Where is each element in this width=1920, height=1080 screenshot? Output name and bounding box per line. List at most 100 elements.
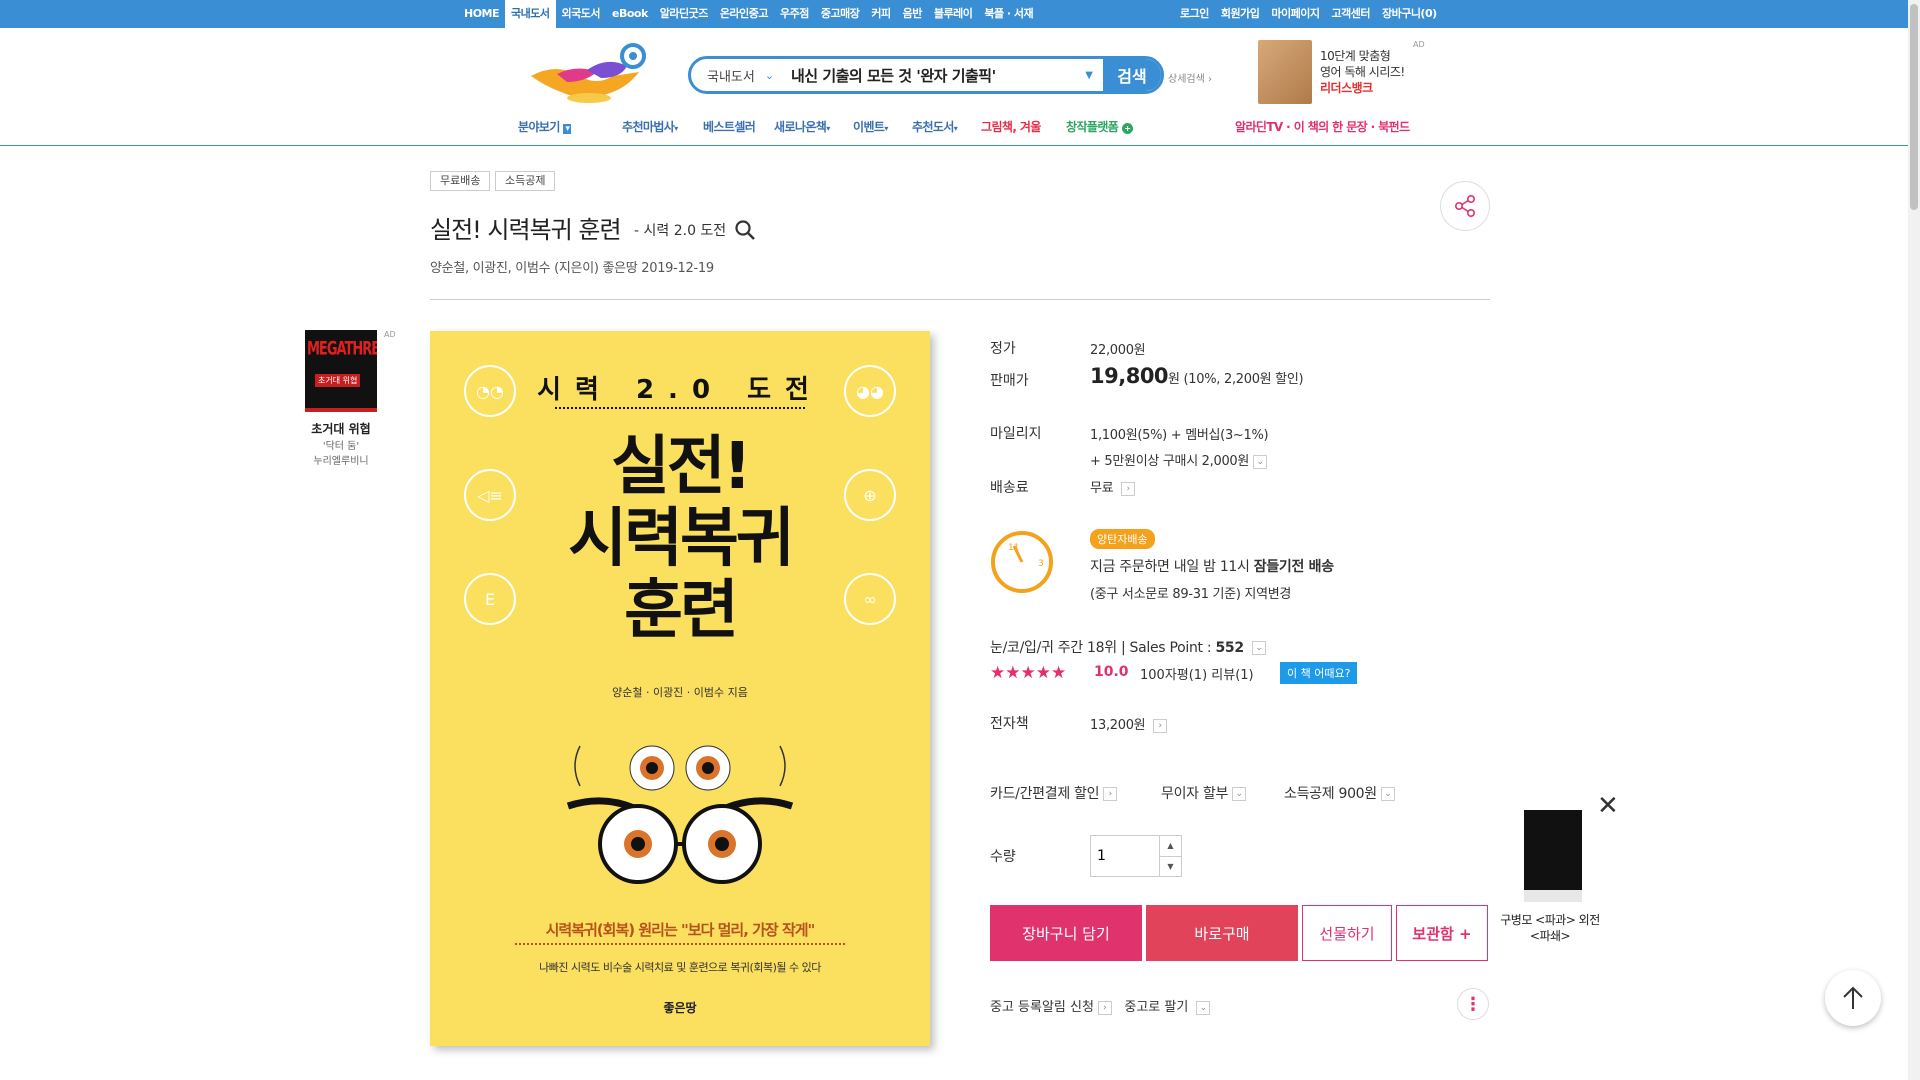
- ad-line1: 10단계 맞춤형: [1320, 49, 1391, 63]
- installment-option[interactable]: 무이자 할부 ⌄: [1161, 783, 1247, 803]
- clock-label-11: 11: [1008, 543, 1019, 553]
- search-icon[interactable]: [734, 219, 756, 241]
- top-nav-mypage[interactable]: 마이페이지: [1265, 0, 1325, 28]
- advanced-search-link[interactable]: 상세검색 ›: [1168, 70, 1212, 85]
- menu-item-label: 새로나온책: [774, 120, 827, 134]
- rating-stars: ★★★★★: [990, 663, 1067, 683]
- shipping-value: 무료 ›: [1090, 477, 1136, 496]
- chevron-down-icon[interactable]: ⌄: [1251, 641, 1266, 655]
- top-nav-music[interactable]: 음반: [897, 0, 928, 28]
- aladin-logo[interactable]: [527, 42, 655, 106]
- top-nav-used-online[interactable]: 온라인중고: [714, 0, 774, 28]
- chevron-down-icon[interactable]: ⌄: [1196, 1000, 1211, 1015]
- top-nav-customer-center[interactable]: 고객센터: [1325, 0, 1375, 28]
- how-is-this-book-button[interactable]: 이 책 어때요?: [1280, 662, 1358, 684]
- dropdown-icon: ▾: [826, 124, 830, 133]
- top-nav-used-store[interactable]: 중고매장: [815, 0, 865, 28]
- top-nav-coffee[interactable]: 커피: [865, 0, 896, 28]
- quantity-label: 수량: [990, 849, 1016, 865]
- menu-aladin-tv[interactable]: 알라딘TV · 이 책의 한 문장 · 북펀드: [1235, 118, 1410, 135]
- ad-brand: 리더스뱅크: [1320, 81, 1373, 95]
- search-category-select[interactable]: 국내도서 ⌄: [691, 66, 791, 85]
- tax-deduction-badge: 소득공제: [495, 171, 556, 191]
- menu-new-books[interactable]: 새로나온책▾: [774, 118, 830, 135]
- top-nav-goods[interactable]: 알라딘굿즈: [654, 0, 714, 28]
- free-shipping-badge: 무료배송: [430, 171, 491, 191]
- chevron-up-icon[interactable]: ▲: [1160, 836, 1181, 857]
- menu-category[interactable]: 분야보기 ▾: [518, 118, 572, 135]
- tax-deduction-option[interactable]: 소득공제 900원 ⌄: [1284, 783, 1395, 803]
- top-nav-foreign-books[interactable]: 외국도서: [556, 0, 606, 28]
- top-nav-domestic-books[interactable]: 국내도서: [505, 0, 556, 28]
- top-nav-bookple[interactable]: 북플 · 서재: [978, 0, 1039, 28]
- more-options-icon[interactable]: ⋮: [1457, 988, 1489, 1020]
- menu-creator-platform[interactable]: 창작플랫폼 +: [1066, 118, 1133, 135]
- gift-button[interactable]: 선물하기: [1302, 905, 1392, 961]
- buy-now-button[interactable]: 바로구매: [1146, 905, 1298, 961]
- menu-item-label: 창작플랫폼: [1066, 120, 1119, 134]
- quantity-input[interactable]: [1091, 836, 1159, 876]
- dropdown-icon: ▾: [884, 124, 888, 133]
- ad-tag: AD: [384, 330, 396, 339]
- chevron-down-icon[interactable]: ▼: [1160, 857, 1181, 877]
- wishlist-button[interactable]: 보관함 +: [1396, 905, 1488, 961]
- header-ad-banner[interactable]: 10단계 맞춤형 영어 독해 시리즈! 리더스뱅크 AD: [1258, 40, 1425, 106]
- ad-book-cover: MEGATHREATS 초거대 위협: [305, 330, 377, 412]
- top-nav-ebook[interactable]: eBook: [606, 0, 654, 28]
- ad-book-title: 초거대 위협: [311, 422, 371, 436]
- chevron-right-icon[interactable]: ›: [1097, 1000, 1112, 1015]
- top-nav-ujujeom[interactable]: 우주점: [774, 0, 815, 28]
- search-dropdown-icon[interactable]: ▼: [1085, 70, 1103, 81]
- crosshair-icon: ⊕: [844, 469, 896, 521]
- chevron-down-icon: ▾: [563, 124, 572, 134]
- ad-text: 10단계 맞춤형 영어 독해 시리즈! 리더스뱅크: [1320, 48, 1405, 96]
- card-discount[interactable]: 카드/간편결제 할인 ›: [990, 783, 1118, 803]
- top-nav-signup[interactable]: 회원가입: [1215, 0, 1265, 28]
- chevron-right-icon[interactable]: ›: [1121, 481, 1136, 496]
- top-nav-home[interactable]: HOME: [458, 0, 505, 28]
- search-button[interactable]: 검색: [1103, 59, 1161, 91]
- sale-price-suffix: 원 (10%, 2,200원 할인): [1168, 372, 1304, 387]
- menu-recommend-wizard[interactable]: 추천마법사▾: [622, 118, 678, 135]
- menu-item-label: 이벤트: [853, 120, 885, 134]
- menu-bestseller[interactable]: 베스트셀러: [703, 118, 756, 135]
- top-nav-bluray[interactable]: 블루레이: [928, 0, 978, 28]
- clock-icon: 11 3: [990, 530, 1054, 594]
- search-input[interactable]: [791, 59, 1086, 91]
- eye-exercise-icon: ◁≡: [464, 469, 516, 521]
- delivery-address[interactable]: (중구 서소문로 89-31 기준) 지역변경: [1090, 583, 1291, 602]
- scroll-to-top-button[interactable]: [1825, 970, 1881, 1026]
- scrollbar-thumb[interactable]: [1910, 4, 1918, 210]
- menu-item-label: 베스트셀러: [703, 120, 756, 134]
- cover-slogan-underline: [515, 943, 845, 945]
- menu-recommended[interactable]: 추천도서▾: [912, 118, 958, 135]
- mileage-line2: + 5만원이상 구매시 2,000원 ⌄: [1090, 450, 1268, 469]
- top-nav-cart[interactable]: 장바구니(0): [1376, 0, 1443, 28]
- left-side-ad[interactable]: MEGATHREATS 초거대 위협 AD 초거대 위협 '닥터 둠' 누리엘루…: [305, 330, 396, 467]
- eye-exercise-icon: ◕◕: [844, 365, 896, 417]
- book-cover-image[interactable]: 시력 2.0 도전 실전! 시력복귀 훈련 ◔◔ ◁≡ E ◕◕ ⊕ ∞ 양순철…: [430, 331, 930, 1046]
- cover-description: 나빠진 시력도 비수술 시력치료 및 훈련으로 복귀(회복)될 수 있다: [539, 961, 821, 974]
- chevron-down-icon: ⌄: [764, 68, 775, 82]
- chevron-down-icon: ⌄: [1232, 787, 1247, 801]
- shipping-value-text: 무료: [1090, 481, 1114, 496]
- glasses-icon: ∞: [844, 573, 896, 625]
- clock-label-3: 3: [1038, 559, 1044, 569]
- delivery-line1: 지금 주문하면 내일 밤 11시 잠들기전 배송: [1090, 556, 1334, 576]
- eye-chart-icon: E: [464, 573, 516, 625]
- chevron-down-icon[interactable]: ⌄: [1253, 454, 1268, 469]
- sell-used-link[interactable]: 중고로 팔기: [1124, 1000, 1188, 1015]
- used-alert-link[interactable]: 중고 등록알림 신청: [990, 1000, 1094, 1015]
- menu-events[interactable]: 이벤트▾: [853, 118, 888, 135]
- menu-picture-books-winter[interactable]: 그림책, 겨울: [981, 118, 1041, 135]
- review-counts[interactable]: 100자평(1) 리뷰(1): [1140, 664, 1254, 683]
- product-authors[interactable]: 양순철, 이광진, 이범수 (지은이) 좋은땅 2019-12-19: [430, 257, 714, 276]
- top-nav-login[interactable]: 로그인: [1174, 0, 1215, 28]
- menu-item-label: 추천도서: [912, 120, 954, 134]
- cover-authors: 양순철 · 이광진 · 이범수 지음: [612, 686, 748, 699]
- ebook-price[interactable]: 13,200원 ›: [1090, 714, 1168, 733]
- right-side-ad[interactable]: 구병모 <파과> 외전 <파쇄>: [1490, 810, 1610, 944]
- add-to-cart-button[interactable]: 장바구니 담기: [990, 905, 1142, 961]
- ad-book-image: [1258, 40, 1312, 104]
- share-button[interactable]: [1440, 181, 1490, 231]
